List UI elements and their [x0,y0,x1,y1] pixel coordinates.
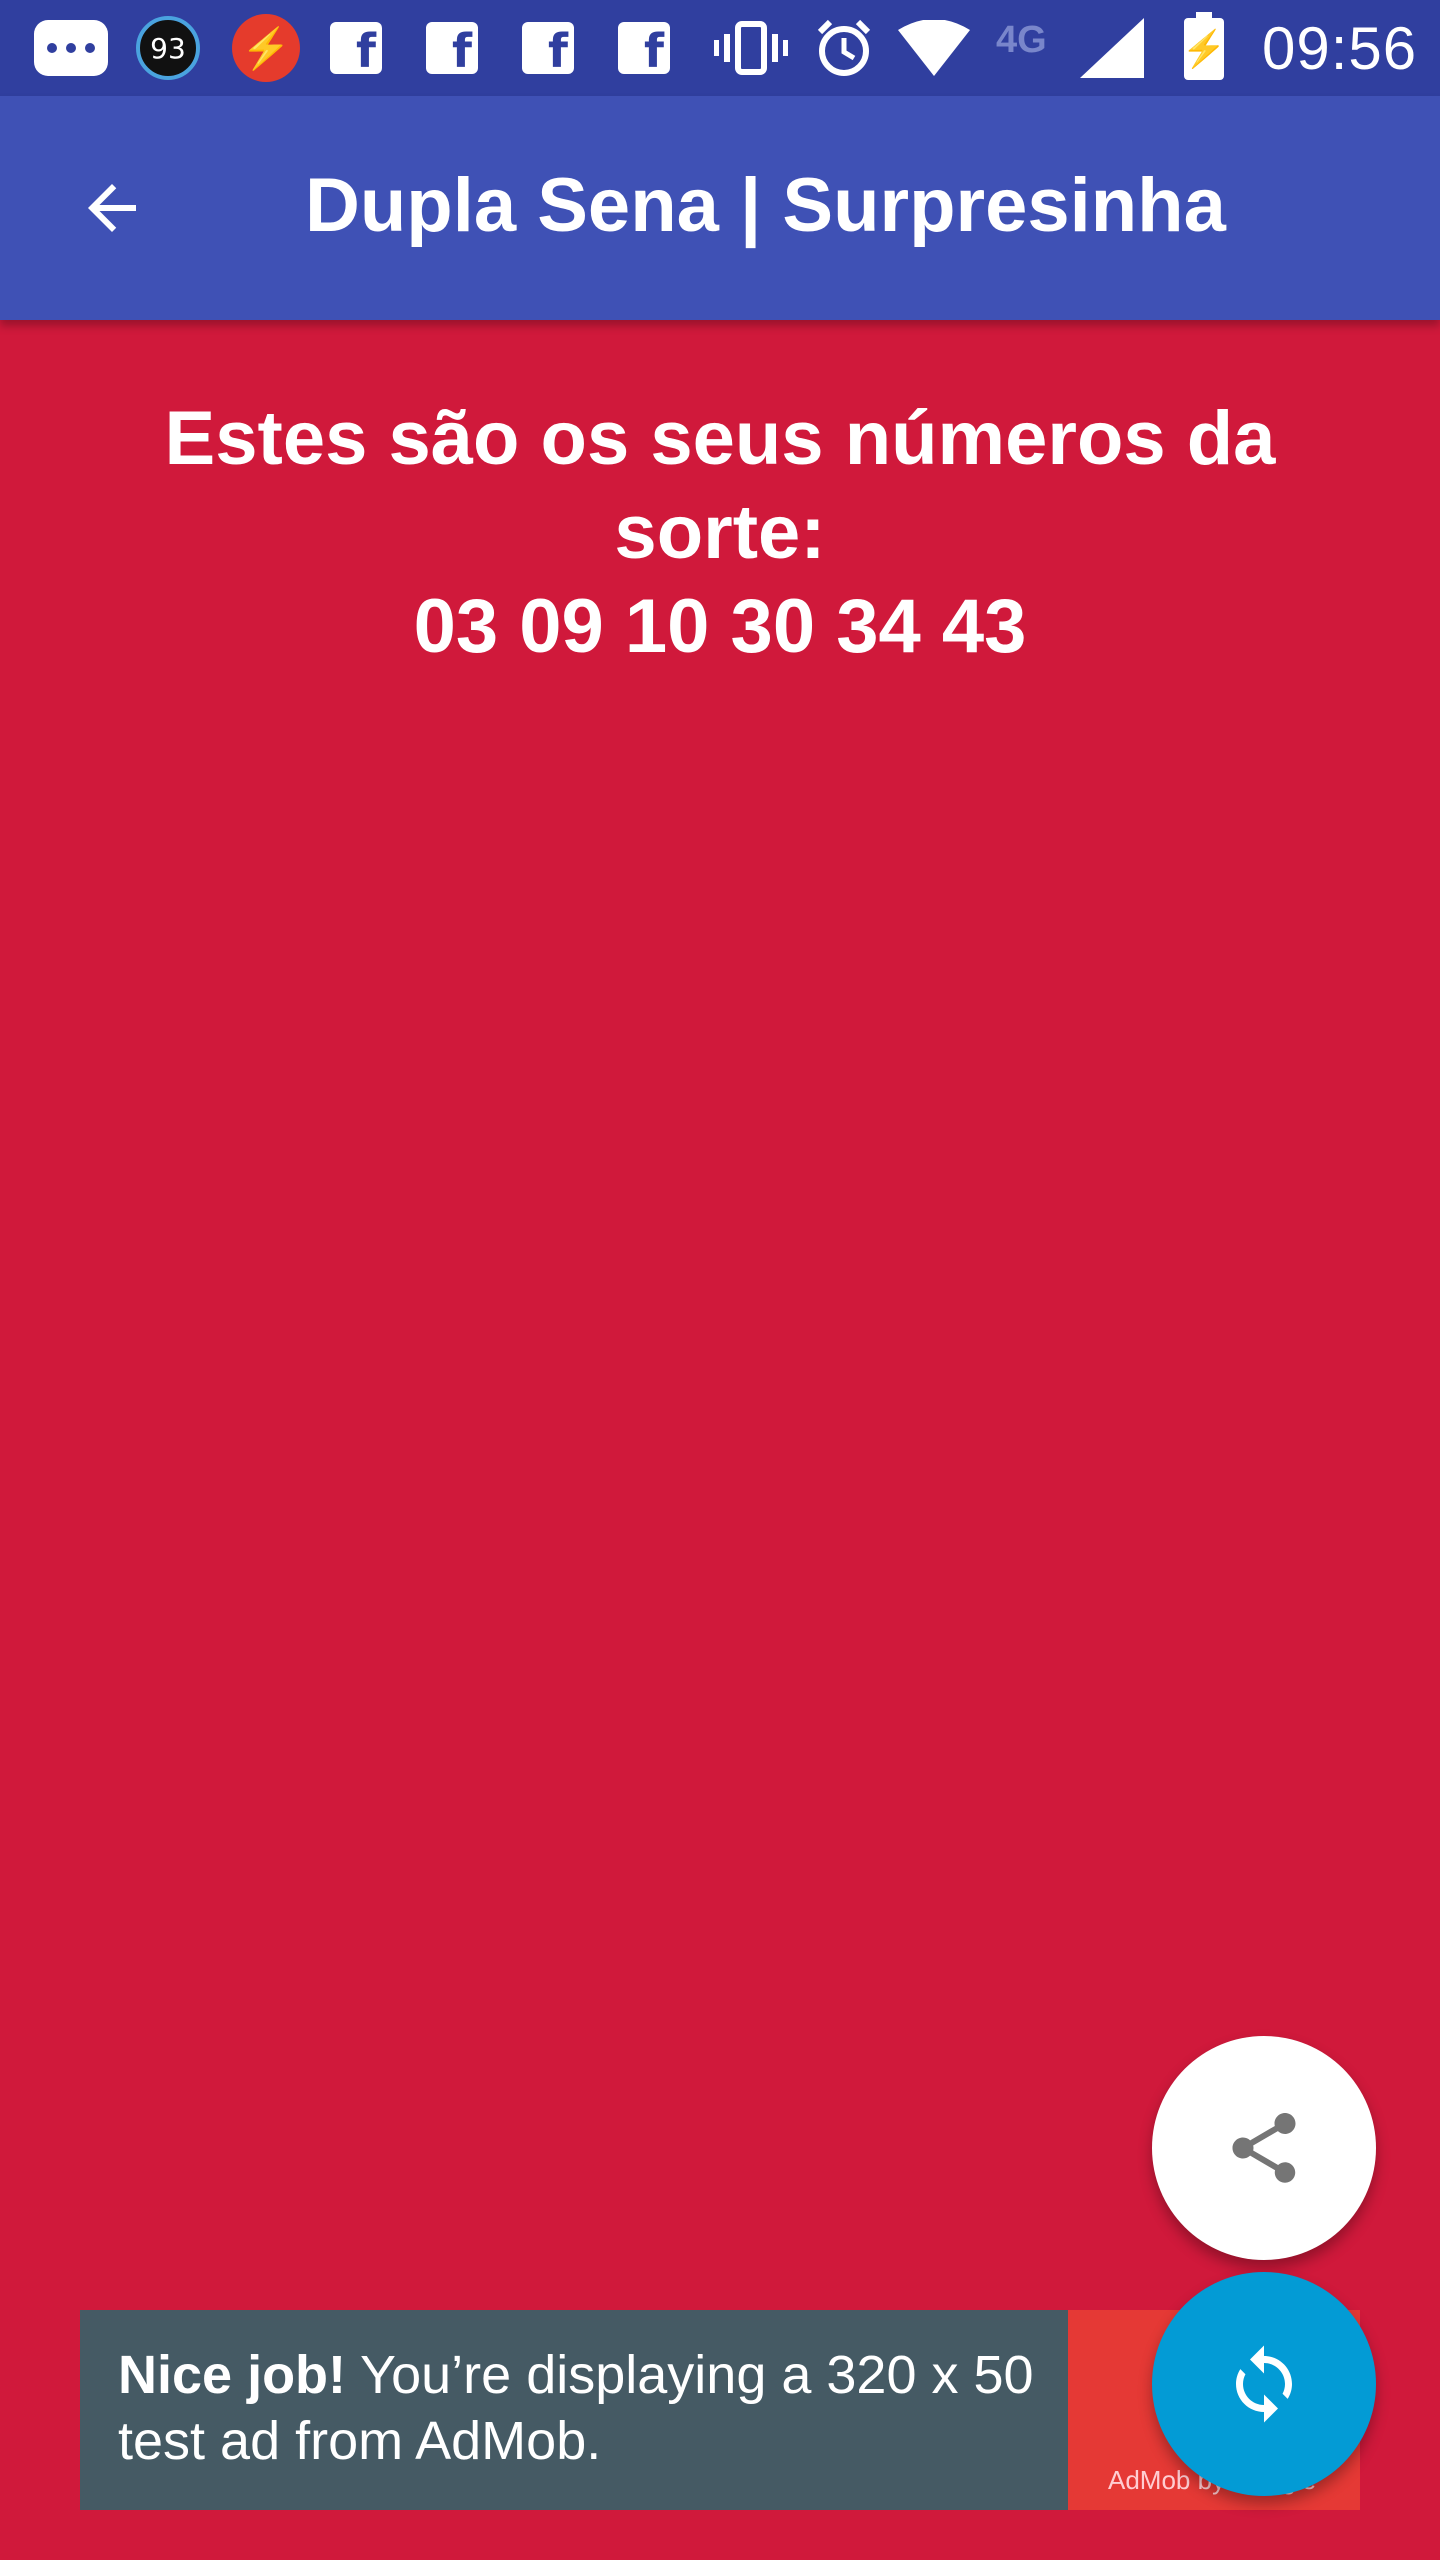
facebook-icon: f [618,22,670,74]
bolt-icon: ⚡ [232,14,300,82]
back-button[interactable] [60,156,164,260]
status-bar: 93 ⚡ f f f f 4G ⚡ 09:56 [0,0,1440,96]
refresh-icon [1236,2345,1292,2423]
share-button[interactable] [1152,2036,1376,2260]
share-icon [1232,2113,1296,2183]
ad-text: Nice job! You’re displaying a 320 x 50 t… [118,2342,1068,2474]
message-text: Estes são os seus números da sorte: [164,396,1276,575]
facebook-icon: f [522,22,574,74]
network-type: 4G [996,18,1047,61]
battery-percent-badge-icon: 93 [136,16,200,80]
lucky-numbers: 03 09 10 30 34 43 [413,584,1027,669]
vibrate-icon [714,18,788,78]
cell-signal-icon [1080,18,1144,78]
refresh-button[interactable] [1152,2272,1376,2496]
page-title: Dupla Sena | Surpresinha [305,163,1226,248]
facebook-icon: f [330,22,382,74]
ad-bold-text: Nice job! [118,2345,347,2405]
lucky-numbers-message: Estes são os seus números da sorte: 03 0… [110,392,1330,674]
wifi-icon [898,18,970,78]
chat-icon [34,20,108,76]
status-time: 09:56 [1262,15,1418,82]
app-bar: Dupla Sena | Surpresinha [0,96,1440,320]
facebook-icon: f [426,22,478,74]
badge-value: 93 [150,31,186,65]
arrow-back-icon [88,184,136,232]
battery-charging-icon: ⚡ [1182,12,1226,80]
alarm-icon [812,18,876,78]
